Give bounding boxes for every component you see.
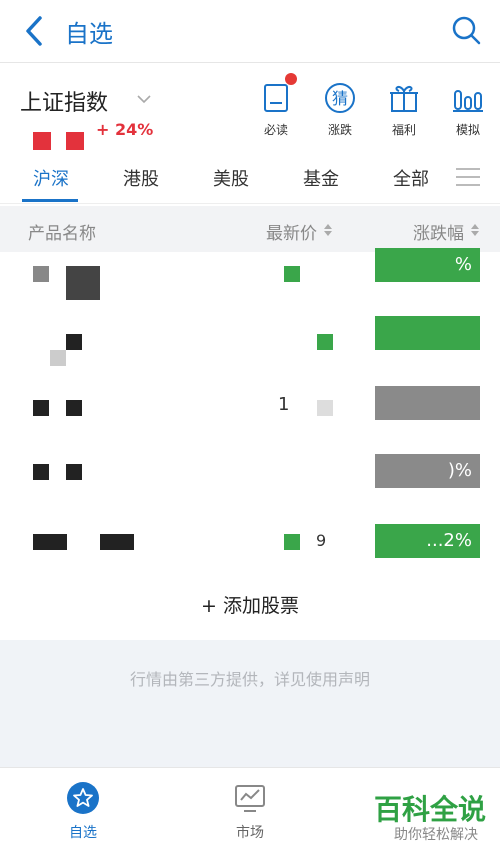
notification-dot <box>285 73 297 85</box>
doc-icon <box>264 84 288 112</box>
change-badge: ...2% <box>375 524 480 558</box>
nav-market[interactable]: 市场 <box>210 782 290 842</box>
sort-icon[interactable] <box>324 224 332 236</box>
bottom-nav: 自选 市场 百科全说 助你轻松解决 <box>0 767 500 852</box>
guess-icon: 猜 <box>325 83 355 113</box>
page-title: 自选 <box>65 20 113 48</box>
watermark-brand: 百科全说 <box>373 793 486 826</box>
masked-index-value <box>66 132 84 150</box>
stock-list: % 1 )% 9 ...2% <box>0 248 500 574</box>
menu-icon[interactable] <box>456 166 480 188</box>
masked-price <box>284 534 300 550</box>
shortcut-label: 必读 <box>263 123 288 137</box>
masked-price <box>284 266 300 282</box>
masked-name <box>33 464 49 480</box>
shortcut-label: 涨跌 <box>327 123 352 137</box>
chevron-down-icon[interactable] <box>135 90 153 108</box>
table-row[interactable]: 1 <box>0 380 500 440</box>
chart-icon <box>235 785 265 812</box>
index-change: + 24% <box>96 120 154 139</box>
masked-price <box>317 334 333 350</box>
guess-glyph: 猜 <box>332 89 348 108</box>
tab-all[interactable]: 全部 <box>393 165 429 191</box>
add-stock-button[interactable]: + 添加股票 <box>0 575 500 637</box>
masked-name <box>66 266 100 300</box>
price-value: 1 <box>278 394 290 415</box>
table-row[interactable] <box>0 312 500 372</box>
tab-us[interactable]: 美股 <box>213 165 249 191</box>
masked-name <box>33 266 49 282</box>
change-badge: )% <box>375 454 480 488</box>
disclaimer-area: 行情由第三方提供，详见使用声明 <box>0 640 500 767</box>
shortcut-welfare[interactable]: 福利 <box>379 81 429 138</box>
masked-name <box>66 400 82 416</box>
tab-hong-kong[interactable]: 港股 <box>123 165 159 191</box>
table-row[interactable]: 9 ...2% <box>0 514 500 574</box>
shortcut-label: 福利 <box>391 123 416 137</box>
disclaimer-text[interactable]: 行情由第三方提供，详见使用声明 <box>0 666 500 690</box>
table-row[interactable]: % <box>0 248 500 312</box>
tab-fund[interactable]: 基金 <box>303 165 339 191</box>
nav-label: 市场 <box>236 825 264 841</box>
change-badge <box>375 316 480 350</box>
masked-name <box>33 400 49 416</box>
change-badge <box>375 386 480 420</box>
watermark-sub: 助你轻松解决 <box>394 827 478 843</box>
search-icon[interactable] <box>450 14 482 46</box>
nav-watchlist[interactable]: 自选 <box>43 782 123 842</box>
column-header: 产品名称 最新价 涨跌幅 <box>0 206 500 252</box>
col-name: 产品名称 <box>28 224 96 244</box>
tab-shanghai-shenzhen[interactable]: 沪深 <box>33 165 69 191</box>
back-arrow-icon[interactable] <box>20 14 50 48</box>
bar-chart-icon <box>453 90 483 112</box>
market-tabs: 沪深 港股 美股 基金 全部 <box>0 151 500 204</box>
masked-price <box>317 400 333 416</box>
masked-index-value <box>33 132 51 150</box>
masked-name <box>33 534 67 550</box>
masked-name <box>50 350 66 366</box>
active-tab-indicator <box>22 199 78 202</box>
shortcut-simulate[interactable]: 模拟 <box>443 81 493 138</box>
price-value: 9 <box>316 531 327 550</box>
top-bar: 自选 <box>0 0 500 63</box>
nav-label: 自选 <box>69 825 97 841</box>
table-row[interactable]: )% <box>0 442 500 502</box>
masked-name <box>66 464 82 480</box>
index-panel: 上证指数 + 24% 必读 猜 涨跌 福利 模拟 <box>0 63 500 151</box>
masked-name <box>66 334 82 350</box>
shortcut-must-read[interactable]: 必读 <box>251 73 301 138</box>
change-badge: % <box>375 248 480 282</box>
col-price[interactable]: 最新价 <box>266 219 317 244</box>
star-icon <box>67 782 99 814</box>
sort-icon[interactable] <box>471 224 479 236</box>
index-name[interactable]: 上证指数 <box>20 85 108 117</box>
col-change[interactable]: 涨跌幅 <box>413 219 464 244</box>
shortcut-guess[interactable]: 猜 涨跌 <box>315 81 365 138</box>
shortcut-label: 模拟 <box>455 123 480 137</box>
masked-name <box>100 534 134 550</box>
gift-icon <box>390 85 418 112</box>
